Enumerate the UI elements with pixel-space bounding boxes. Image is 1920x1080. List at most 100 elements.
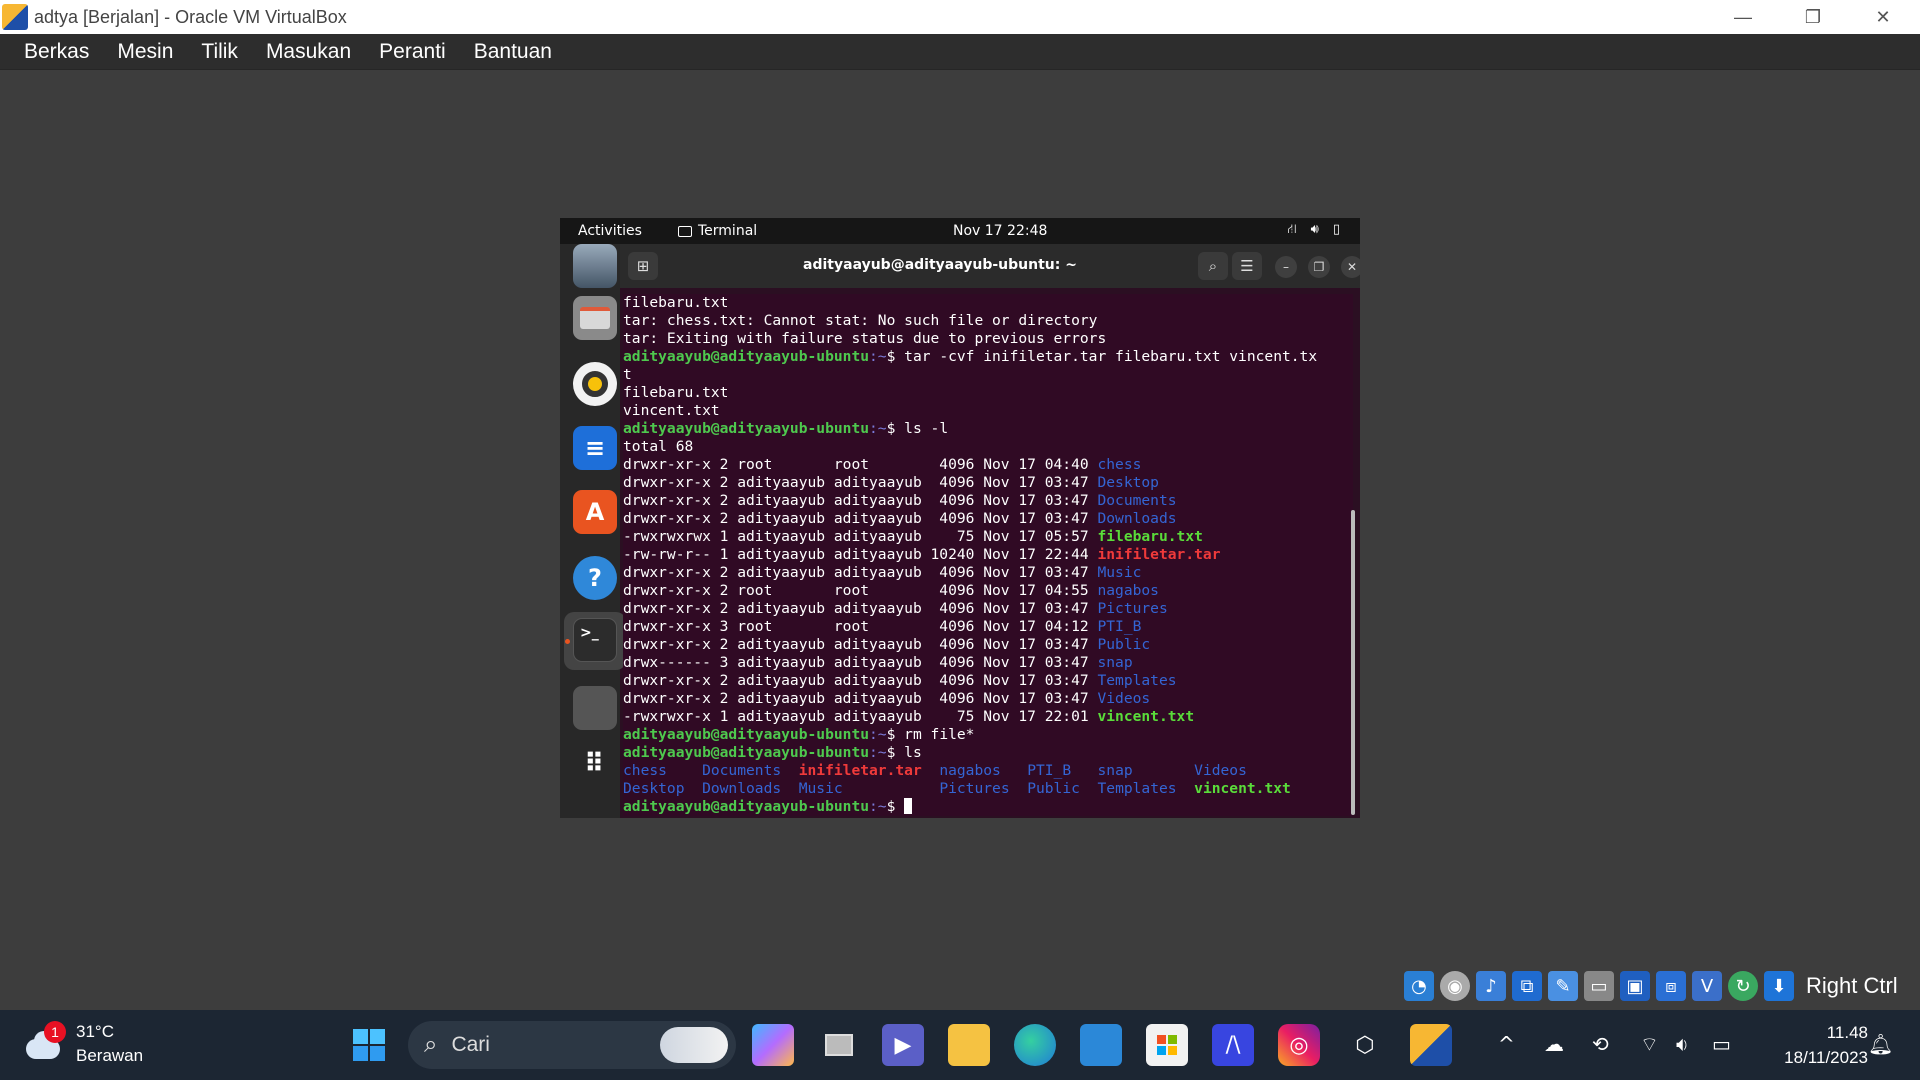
prompt-sign: $	[886, 798, 905, 815]
terminal-app-menu[interactable]: Terminal	[678, 223, 757, 239]
file-metadata: drwxr-xr-x 2 adityaayub adityaayub 4096 …	[623, 600, 1098, 617]
start-button[interactable]	[348, 1024, 390, 1066]
terminal-maximize-button[interactable]: ❐	[1308, 256, 1330, 278]
file-metadata: drwxr-xr-x 3 root root 4096 Nov 17 04:12	[623, 618, 1098, 635]
files-icon[interactable]	[573, 296, 617, 340]
weather-badge: 1	[44, 1021, 66, 1043]
terminal-scrollbar[interactable]	[1351, 510, 1355, 815]
file-metadata: -rwxrwxr-x 1 adityaayub adityaayub 75 No…	[623, 708, 1098, 725]
clock-date: 18/11/2023	[1784, 1048, 1868, 1067]
task-view-icon[interactable]	[818, 1024, 860, 1066]
weather-widget[interactable]: 1 31°C Berawan	[22, 1020, 143, 1068]
terminal-icon[interactable]: >_	[573, 618, 617, 662]
weather-desc: Berawan	[76, 1046, 144, 1065]
file-name: Videos	[1097, 690, 1151, 707]
copilot-icon[interactable]	[752, 1024, 794, 1066]
libreoffice-writer-icon[interactable]: ≡	[573, 426, 617, 470]
speaker-icon[interactable]: 🔉︎	[1676, 1032, 1689, 1056]
optical-drive-icon[interactable]: ◉	[1440, 971, 1470, 1001]
output-text: filebaru.txt	[623, 294, 729, 311]
file-name: vincent.txt	[1097, 708, 1195, 725]
code-editor-icon[interactable]: /\	[1212, 1024, 1254, 1066]
virtualbox-vm-icon[interactable]	[1410, 1024, 1452, 1066]
taskbar-clock[interactable]: 11.48 18/11/2023	[1758, 1020, 1868, 1070]
search-highlight-image	[660, 1027, 728, 1063]
photos-icon[interactable]	[1080, 1024, 1122, 1066]
wifi-icon[interactable]: ⌔	[1640, 1032, 1659, 1057]
onedrive-error-icon[interactable]: ☁	[1544, 1032, 1564, 1056]
recording-icon[interactable]: ⧈	[1656, 971, 1686, 1001]
cpu-icon[interactable]: V	[1692, 971, 1722, 1001]
minimize-icon: –	[1283, 260, 1289, 274]
mouse-integration-icon[interactable]: ↻	[1728, 971, 1758, 1001]
rhythmbox-icon[interactable]	[573, 362, 617, 406]
help-icon[interactable]: ?	[573, 556, 617, 600]
ubuntu-dock: ≡ A ? >_ ⠿	[560, 244, 626, 818]
gnome-system-tray[interactable]: ⛙ 🔊︎ ▯	[1288, 222, 1341, 239]
terminal-line: chess Documents inifiletar.tar nagabos P…	[623, 762, 1353, 780]
cloud-icon: 1	[22, 1021, 66, 1061]
edge-icon[interactable]	[1014, 1024, 1056, 1066]
removable-drive-icon[interactable]	[573, 686, 617, 730]
menu-bantuan[interactable]: Bantuan	[460, 40, 566, 64]
shared-folder-icon[interactable]: ▭	[1584, 971, 1614, 1001]
file-name: snap	[1097, 762, 1195, 779]
menu-berkas[interactable]: Berkas	[10, 40, 103, 64]
weather-temp: 31°C	[76, 1022, 114, 1041]
notification-bell-icon[interactable]: 🔔︎	[1868, 1032, 1893, 1056]
file-name: filebaru.txt	[1097, 528, 1203, 545]
file-metadata: drwxr-xr-x 2 adityaayub adityaayub 4096 …	[623, 564, 1098, 581]
prompt-sign: $	[886, 348, 905, 365]
show-apps-icon[interactable]: ⠿	[573, 742, 617, 786]
volume-icon: 🔊︎	[1310, 222, 1319, 237]
instagram-icon[interactable]: ◎	[1278, 1024, 1320, 1066]
file-explorer-icon[interactable]	[948, 1024, 990, 1066]
prompt-user: adityaayub@adityaayub-ubuntu	[623, 420, 870, 437]
terminal-line: drwxr-xr-x 2 adityaayub adityaayub 4096 …	[623, 600, 1353, 618]
close-icon: ✕	[1346, 260, 1358, 274]
terminal-search-button[interactable]: ⌕	[1198, 252, 1228, 280]
terminal-minimize-button[interactable]: –	[1275, 256, 1297, 278]
vm-display[interactable]: Activities Terminal Nov 17 22:48 ⛙ 🔊︎ ▯ …	[560, 218, 1360, 818]
audio-icon[interactable]: ♪	[1476, 971, 1506, 1001]
close-button[interactable]: ✕	[1850, 0, 1916, 34]
terminal-title: adityaayub@adityaayub-ubuntu: ~	[803, 257, 1077, 273]
terminal-output[interactable]: filebaru.txt tar: chess.txt: Cannot stat:…	[623, 294, 1353, 816]
teams-icon[interactable]: ▶	[882, 1024, 924, 1066]
terminal-line: tar: Exiting with failure status due to …	[623, 330, 1353, 348]
virtualbox-cube-icon[interactable]: ⬡	[1344, 1024, 1386, 1066]
usb-icon[interactable]: ✎	[1548, 971, 1578, 1001]
gnome-clock[interactable]: Nov 17 22:48	[953, 223, 1047, 239]
prompt-user: adityaayub@adityaayub-ubuntu	[623, 726, 870, 743]
file-name: Templates	[1097, 780, 1195, 797]
menu-masukan[interactable]: Masukan	[252, 40, 365, 64]
taskbar-search[interactable]: ⌕ Cari	[408, 1021, 736, 1069]
host-key-label: Right Ctrl	[1806, 973, 1898, 998]
hard-disk-icon[interactable]: ◔	[1404, 971, 1434, 1001]
terminal-close-button[interactable]: ✕	[1341, 256, 1360, 278]
battery-icon: ▯	[1332, 222, 1340, 237]
display-icon[interactable]: ▣	[1620, 971, 1650, 1001]
file-name: Music	[1097, 564, 1142, 581]
activities-button[interactable]: Activities	[578, 223, 642, 239]
minimize-button[interactable]: —	[1710, 0, 1776, 34]
menu-tilik[interactable]: Tilik	[187, 40, 252, 64]
search-icon: ⌕	[1208, 257, 1218, 275]
thunderbird-icon[interactable]	[573, 244, 617, 288]
file-metadata: drwxr-xr-x 2 adityaayub adityaayub 4096 …	[623, 474, 1098, 491]
restore-button[interactable]: ❐	[1780, 0, 1846, 34]
file-metadata: drwxr-xr-x 2 adityaayub adityaayub 4096 …	[623, 690, 1098, 707]
file-name: Desktop	[1097, 474, 1159, 491]
terminal-line: tar: chess.txt: Cannot stat: No such fil…	[623, 312, 1353, 330]
terminal-line: adityaayub@adityaayub-ubuntu:~$ ls	[623, 744, 1353, 762]
sync-icon[interactable]: ⟲	[1592, 1032, 1609, 1056]
terminal-menu-button[interactable]: ☰	[1232, 252, 1262, 280]
network-adapter-icon[interactable]: ⧉	[1512, 971, 1542, 1001]
app-center-icon[interactable]: A	[573, 490, 617, 534]
menu-mesin[interactable]: Mesin	[103, 40, 187, 64]
menu-peranti[interactable]: Peranti	[365, 40, 460, 64]
microsoft-store-icon[interactable]	[1146, 1024, 1188, 1066]
keyboard-capture-icon[interactable]: ⬇	[1764, 971, 1794, 1001]
battery-icon[interactable]: ▭	[1712, 1032, 1731, 1056]
show-hidden-icons-chevron-icon[interactable]: ^	[1498, 1032, 1515, 1056]
